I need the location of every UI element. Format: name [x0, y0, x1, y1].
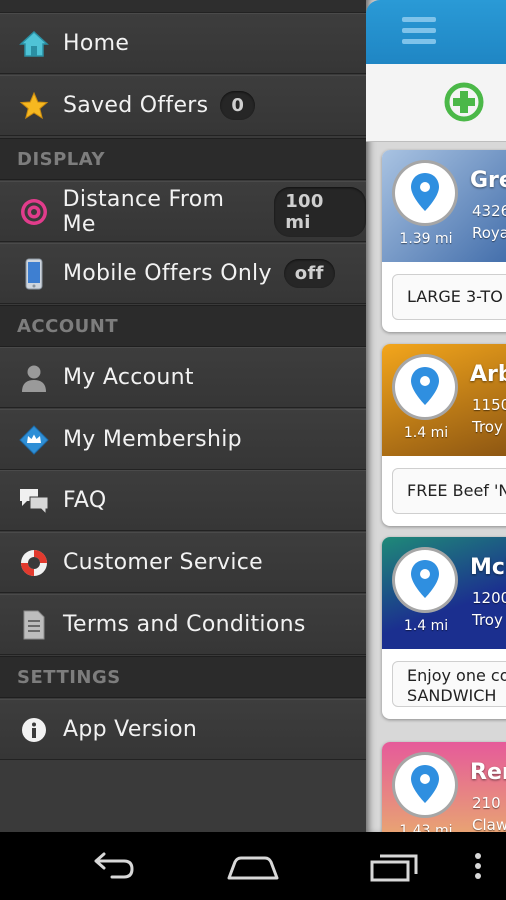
crown-diamond-icon	[17, 423, 51, 457]
card-merchant-name: Ren	[470, 760, 506, 785]
card-offer-button[interactable]: LARGE 3-TO	[392, 274, 506, 320]
drawer-top-strip	[0, 0, 366, 13]
map-pin-icon	[392, 354, 458, 420]
navigation-drawer: Home Saved Offers 0 DISPLAY Distance Fro…	[0, 0, 366, 832]
card-address-line1: 210	[472, 794, 501, 812]
card-address-line2: Troy	[472, 418, 503, 436]
map-pin-icon	[392, 547, 458, 613]
home-icon	[17, 27, 51, 61]
menu-item-label: App Version	[63, 717, 198, 742]
menu-item-label: My Membership	[63, 427, 242, 452]
section-header-account: ACCOUNT	[0, 305, 366, 347]
phone-icon	[17, 257, 51, 291]
card-banner: 1.43 mi Ren 210 Claw	[382, 742, 506, 832]
card-address-line2: Claw	[472, 816, 506, 832]
card-offer-button[interactable]: FREE Beef 'N	[392, 468, 506, 514]
card-address-line2: Troy	[472, 611, 503, 629]
menu-item-label: Terms and Conditions	[63, 612, 306, 637]
card-banner: 1.39 mi Gre 4326 Roya	[382, 150, 506, 262]
mobile-offers-toggle-badge[interactable]: off	[283, 259, 335, 288]
card-distance: 1.4 mi	[403, 425, 449, 441]
card-offer-line2: SANDWICH	[407, 686, 497, 705]
hamburger-menu-icon[interactable]	[402, 17, 436, 45]
card-merchant-name: Arb	[470, 362, 506, 387]
add-plus-icon[interactable]	[444, 82, 484, 122]
card-merchant-name: Mcl	[470, 555, 506, 580]
offer-card[interactable]: 1.43 mi Ren 210 Claw	[382, 742, 506, 832]
card-banner: 1.4 mi Mcl 1200 Troy	[382, 537, 506, 649]
card-offer-line1: Enjoy one co	[407, 666, 506, 685]
person-icon	[17, 361, 51, 395]
menu-item-my-account[interactable]: My Account	[0, 347, 366, 408]
card-address-line1: 1200	[472, 589, 506, 607]
menu-item-saved-offers[interactable]: Saved Offers 0	[0, 75, 366, 136]
menu-item-label: FAQ	[63, 488, 107, 513]
document-icon	[17, 608, 51, 642]
menu-item-my-membership[interactable]: My Membership	[0, 409, 366, 470]
system-navigation-bar	[0, 832, 506, 900]
menu-item-label: My Account	[63, 365, 194, 390]
offer-card[interactable]: 1.4 mi Arb 1150 Troy FREE Beef 'N	[382, 344, 506, 526]
card-banner: 1.4 mi Arb 1150 Troy	[382, 344, 506, 456]
menu-item-label: Home	[63, 31, 130, 56]
menu-item-mobile-offers-only[interactable]: Mobile Offers Only off	[0, 243, 366, 304]
menu-item-label: Customer Service	[63, 550, 263, 575]
menu-item-terms-and-conditions[interactable]: Terms and Conditions	[0, 594, 366, 655]
star-icon	[17, 89, 51, 123]
menu-item-label: Saved Offers	[63, 93, 209, 118]
life-ring-icon	[17, 546, 51, 580]
card-address-line1: 4326	[472, 202, 506, 220]
menu-item-label: Distance From Me	[62, 186, 225, 237]
overflow-menu-icon[interactable]	[470, 846, 486, 886]
target-icon	[17, 195, 51, 229]
saved-offers-count-badge: 0	[220, 91, 256, 120]
offer-card[interactable]: 1.4 mi Mcl 1200 Troy Enjoy one co SANDWI…	[382, 537, 506, 719]
chat-bubbles-icon	[17, 484, 51, 518]
back-icon[interactable]	[88, 846, 138, 886]
app-bar	[366, 0, 506, 64]
map-pin-icon	[392, 752, 458, 818]
card-distance: 1.4 mi	[403, 618, 449, 634]
card-address-line1: 1150	[472, 396, 506, 414]
main-content-panel: 1.39 mi Gre 4326 Roya LARGE 3-TO 1.4 mi …	[366, 0, 506, 832]
distance-value-badge: 100 mi	[274, 186, 366, 237]
home-nav-icon[interactable]	[225, 846, 281, 886]
action-bar	[366, 64, 506, 142]
card-offer-button[interactable]: Enjoy one co SANDWICH	[392, 661, 506, 707]
menu-item-label: Mobile Offers Only	[63, 261, 272, 286]
menu-item-distance-from-me[interactable]: Distance From Me 100 mi	[0, 181, 366, 242]
info-icon	[17, 713, 51, 747]
recent-apps-icon[interactable]	[368, 846, 422, 886]
menu-item-customer-service[interactable]: Customer Service	[0, 532, 366, 593]
card-distance: 1.43 mi	[399, 823, 453, 832]
offer-card[interactable]: 1.39 mi Gre 4326 Roya LARGE 3-TO	[382, 150, 506, 332]
card-merchant-name: Gre	[470, 168, 506, 193]
section-header-settings: SETTINGS	[0, 656, 366, 698]
menu-item-home[interactable]: Home	[0, 13, 366, 74]
section-header-display: DISPLAY	[0, 138, 366, 180]
card-distance: 1.39 mi	[399, 231, 453, 247]
card-address-line2: Roya	[472, 224, 506, 242]
menu-item-faq[interactable]: FAQ	[0, 470, 366, 531]
map-pin-icon	[392, 160, 458, 226]
menu-item-app-version[interactable]: App Version	[0, 699, 366, 760]
